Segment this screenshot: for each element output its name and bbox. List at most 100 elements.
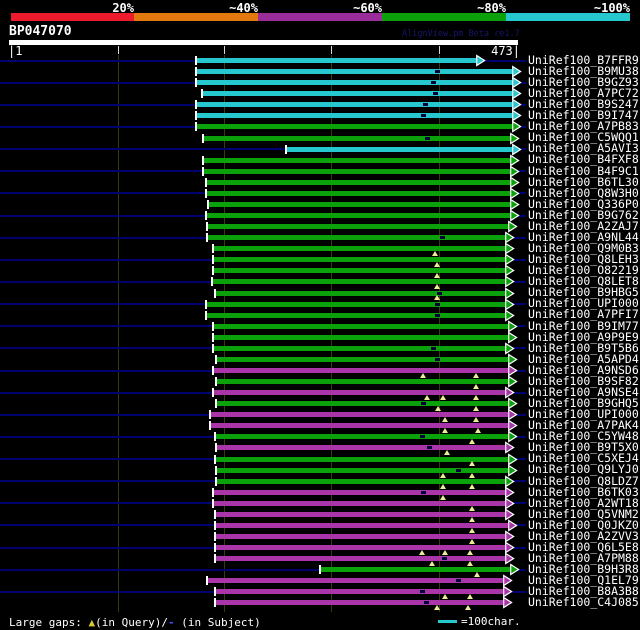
hit-start-tick	[215, 354, 217, 364]
subject-gap-dash	[431, 81, 436, 85]
hit-bar[interactable]	[214, 257, 505, 263]
query-gap-triangle	[434, 605, 440, 611]
hit-bar[interactable]	[217, 467, 508, 473]
hit-start-tick	[214, 554, 216, 564]
hit-bar[interactable]	[217, 356, 508, 362]
hit-bar[interactable]	[197, 69, 512, 75]
hit-start-tick	[201, 89, 203, 99]
hit-start-tick	[215, 465, 217, 475]
hit-bar[interactable]	[197, 102, 512, 108]
hit-bar[interactable]	[211, 412, 508, 418]
hit-bar[interactable]	[197, 80, 512, 86]
hit-bar[interactable]	[214, 368, 508, 373]
hit-bar[interactable]	[287, 146, 512, 152]
hit-start-tick	[206, 222, 208, 232]
hit-start-tick	[202, 155, 204, 165]
hit-bar[interactable]	[216, 522, 508, 528]
query-gap-triangle	[475, 428, 481, 434]
hit-bar[interactable]	[207, 312, 505, 318]
hit-start-tick	[212, 366, 214, 375]
hit-bar[interactable]	[216, 511, 505, 517]
hit-bar[interactable]	[216, 600, 503, 606]
hit-bar[interactable]	[214, 390, 505, 396]
hit-bar[interactable]	[216, 545, 505, 551]
hit-start-tick	[205, 188, 207, 198]
hit-bar[interactable]	[216, 434, 508, 440]
hit-bar[interactable]	[197, 58, 476, 63]
hit-start-tick	[205, 310, 207, 320]
subject-gap-dash	[421, 114, 426, 118]
subject-gap-dash	[435, 70, 440, 74]
hit-bar[interactable]	[216, 456, 508, 462]
scalebar-label: ~40%	[229, 1, 258, 15]
hit-bar[interactable]	[321, 567, 510, 573]
query-gap-triangle	[420, 372, 426, 378]
hit-start-tick	[214, 532, 216, 541]
hit-bar[interactable]	[216, 556, 505, 562]
subject-gap-dash	[423, 103, 428, 107]
size-scale-label: =100char.	[461, 615, 521, 628]
hit-bar[interactable]	[207, 213, 510, 218]
query-gap-triangle	[440, 483, 446, 489]
hit-start-tick	[212, 498, 214, 508]
gap-legend: Large gaps: ▲(in Query)/- (in Subject)	[9, 616, 261, 629]
hit-bar[interactable]	[204, 157, 510, 163]
hit-start-tick	[214, 520, 216, 530]
query-gap-triangle	[434, 273, 440, 279]
query-gap-triangle	[467, 561, 473, 567]
query-gap-triangle	[473, 372, 479, 378]
hit-start-tick	[195, 78, 197, 88]
hit-bar[interactable]	[208, 235, 505, 241]
hit-start-tick	[212, 343, 214, 353]
hit-bar[interactable]	[214, 500, 505, 506]
hit-bar[interactable]	[204, 135, 510, 141]
hit-bar[interactable]	[216, 589, 503, 595]
hit-bar[interactable]	[214, 489, 505, 495]
hit-bar[interactable]	[214, 334, 508, 340]
hit-bar[interactable]	[209, 201, 510, 207]
hit-start-tick	[209, 410, 211, 420]
ruler-tick	[331, 46, 332, 54]
hit-bar[interactable]	[207, 190, 510, 196]
hit-bar[interactable]	[217, 401, 508, 407]
hit-bar[interactable]	[208, 224, 508, 230]
hit-bar[interactable]	[214, 323, 508, 329]
query-gap-triangle	[469, 472, 475, 478]
hit-bar[interactable]	[204, 168, 510, 174]
hit-label[interactable]: UniRef100_C4J085	[528, 596, 639, 608]
subject-gap-dash	[420, 435, 425, 439]
query-gap-triangle	[419, 550, 425, 555]
subject-gap-dash	[437, 291, 442, 295]
ruler-tick	[439, 46, 440, 54]
hit-start-tick	[214, 454, 216, 464]
hit-start-tick	[214, 543, 216, 553]
hit-bar[interactable]	[214, 345, 505, 351]
hit-bar[interactable]	[217, 379, 508, 384]
hit-start-tick	[285, 144, 287, 154]
hit-bar[interactable]	[214, 246, 505, 252]
hit-bar[interactable]	[207, 301, 505, 307]
subject-gap-dash	[433, 92, 438, 96]
hit-bar[interactable]	[216, 534, 505, 539]
hit-bar[interactable]	[217, 478, 505, 484]
hit-bar[interactable]	[217, 445, 505, 451]
hit-start-tick	[212, 332, 214, 342]
query-gap-triangle	[469, 483, 475, 489]
scalebar-label: ~80%	[477, 1, 506, 15]
subject-gap-dash	[435, 302, 440, 306]
hit-bar[interactable]	[197, 113, 512, 119]
hit-bar[interactable]	[211, 423, 508, 429]
hit-bar[interactable]	[216, 290, 505, 296]
gap-legend-prefix: Large gaps:	[9, 616, 89, 629]
hit-bar[interactable]	[203, 91, 512, 97]
subject-gap-dash	[420, 590, 425, 594]
query-gap-triangle	[473, 383, 479, 389]
hit-start-tick	[205, 299, 207, 309]
hit-bar[interactable]	[207, 179, 510, 185]
hit-start-tick	[214, 598, 216, 608]
hit-start-tick	[215, 377, 217, 386]
hit-bar[interactable]	[213, 279, 505, 285]
hit-bar[interactable]	[197, 124, 512, 130]
hit-start-tick	[195, 122, 197, 132]
hit-bar[interactable]	[214, 268, 505, 274]
